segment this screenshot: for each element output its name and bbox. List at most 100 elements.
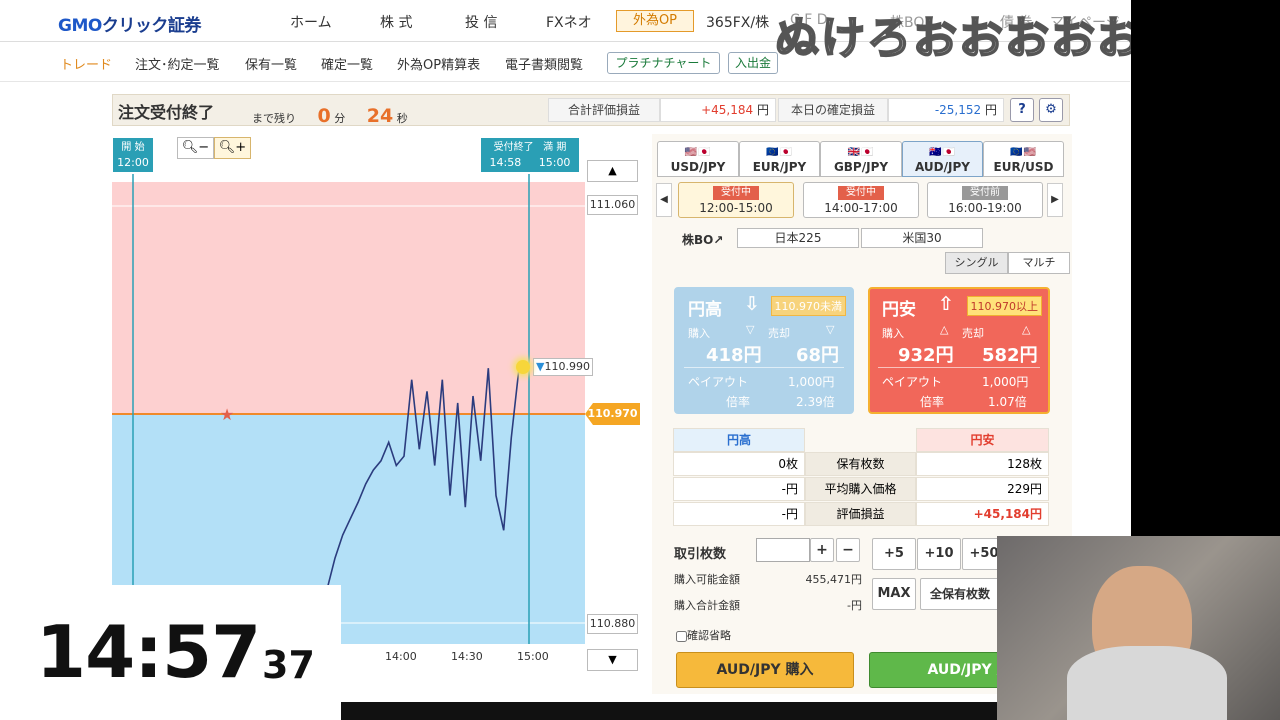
settings-button[interactable]: ⚙	[1039, 98, 1063, 122]
triangle-up-icon: △	[1022, 323, 1031, 336]
qty-label: 取引枚数	[674, 547, 727, 562]
divider	[684, 367, 844, 368]
clock-time: 14:57	[36, 610, 261, 694]
tab-usd-jpy[interactable]: 🇺🇸🇯🇵 USD/JPY	[657, 141, 739, 177]
slot-prev-button[interactable]: ◀	[656, 183, 672, 217]
triangle-down-icon: ▽	[746, 323, 755, 336]
deposit-button[interactable]: 入出金	[728, 52, 778, 74]
qty-input[interactable]	[756, 538, 810, 562]
add-5-button[interactable]: +5	[872, 538, 916, 570]
expiry-time: 15:00	[538, 156, 571, 169]
buy-label: 購入	[688, 327, 710, 340]
ratio-label: 倍率	[726, 395, 751, 409]
table-row-label: 評価損益	[805, 502, 916, 526]
add-10-button[interactable]: +10	[917, 538, 961, 570]
remaining-time: まで残り 0 分 24 秒	[252, 105, 408, 127]
table-cell: -円	[673, 477, 805, 501]
total-pl-label: 合計評価損益	[548, 98, 660, 122]
current-price: 110.990	[544, 360, 590, 373]
help-button[interactable]: ?	[1010, 98, 1034, 122]
table-cell: +45,184円	[916, 502, 1049, 526]
slot-status: 受付前	[962, 186, 1008, 200]
pair-label: GBP/JPY	[833, 160, 889, 174]
webcam-overlay	[997, 536, 1280, 720]
zoom-out-button[interactable]: 🔍︎−	[177, 137, 214, 159]
zoom-in-button[interactable]: 🔍︎+	[214, 137, 251, 159]
subnav-trade[interactable]: トレード	[60, 54, 112, 73]
subnav-settlement-sheet[interactable]: 外為OP精算表	[397, 54, 480, 73]
nav-stocks[interactable]: 株 式	[380, 12, 412, 32]
qty-minus-button[interactable]: −	[836, 538, 860, 562]
subnav-orders[interactable]: 注文･約定一覧	[135, 54, 220, 73]
triangle-down-icon: ▽	[826, 323, 835, 336]
nav-funds[interactable]: 投 信	[465, 12, 497, 32]
price-label-top: 111.060	[587, 195, 638, 215]
multi-mode-button[interactable]: マルチ	[1008, 252, 1070, 274]
nikkei225-button[interactable]: 日本225	[737, 228, 859, 248]
stock-bo-link[interactable]: 株BO↗	[682, 231, 723, 248]
close-time: 14:58	[489, 156, 522, 169]
tab-gbp-jpy[interactable]: 🇬🇧🇯🇵 GBP/JPY	[820, 141, 902, 177]
zoom-out-icon: 🔍︎−	[181, 140, 210, 155]
arrow-up-icon: ⇧	[938, 293, 954, 315]
slot-1400-1700[interactable]: 受付中 14:00-17:00	[803, 182, 919, 218]
table-head-high: 円安	[916, 428, 1049, 452]
minutes-unit: 分	[334, 112, 346, 125]
remaining-seconds: 24	[366, 105, 394, 127]
buy-yen-high-button[interactable]: AUD/JPY 購入	[676, 652, 854, 688]
pair-label: USD/JPY	[670, 160, 726, 174]
buy-price[interactable]: 418円	[706, 341, 762, 367]
available-amount-value: 455,471円	[805, 573, 863, 586]
us30-button[interactable]: 米国30	[861, 228, 983, 248]
slot-next-button[interactable]: ▶	[1047, 183, 1063, 217]
subnav-settled[interactable]: 確定一覧	[321, 54, 373, 73]
yen-low-card[interactable]: 円安 ⇧ 110.970以上 購入 △ 売却 △ 932円 582円 ペイアウト…	[868, 287, 1050, 414]
pair-label: AUD/JPY	[915, 160, 970, 174]
single-mode-button[interactable]: シングル	[945, 252, 1008, 274]
chevron-right-icon: ▶	[1051, 194, 1059, 205]
nav-365fx[interactable]: 365FX/株	[706, 12, 769, 32]
qty-plus-button[interactable]: +	[810, 538, 834, 562]
sell-price[interactable]: 68円	[796, 341, 839, 367]
chevron-left-icon: ◀	[660, 194, 668, 205]
sell-price[interactable]: 582円	[982, 341, 1038, 367]
today-pl-amount: -25,152	[934, 103, 982, 117]
flag-icon: 🇬🇧🇯🇵	[847, 147, 875, 158]
confirm-skip-checkbox[interactable]	[676, 630, 687, 642]
subnav-holdings[interactable]: 保有一覧	[245, 54, 297, 73]
logo[interactable]: GMOクリック証券	[58, 11, 201, 36]
price-label-bottom: 110.880	[587, 614, 638, 634]
slot-1600-1900[interactable]: 受付前 16:00-19:00	[927, 182, 1043, 218]
gear-icon: ⚙	[1045, 102, 1057, 117]
sell-label: 売却	[768, 327, 790, 340]
total-amount-value: -円	[847, 599, 862, 612]
nav-fx-option[interactable]: 外為OP	[616, 10, 694, 32]
slot-1200-1500[interactable]: 受付中 12:00-15:00	[678, 182, 794, 218]
slot-time: 16:00-19:00	[948, 201, 1022, 215]
all-holdings-button[interactable]: 全保有枚数	[920, 578, 1000, 610]
slot-status: 受付中	[713, 186, 759, 200]
buy-price[interactable]: 932円	[898, 341, 954, 367]
nav-fx-neo[interactable]: FXネオ	[546, 12, 592, 32]
total-pl-amount: +45,184	[701, 103, 754, 117]
stream-bottom-strip	[341, 702, 1001, 720]
card-threshold: 110.970未満	[770, 296, 846, 316]
scroll-down-button[interactable]: ▼	[587, 649, 638, 671]
scroll-up-button[interactable]: ▲	[587, 160, 638, 182]
subnav-documents[interactable]: 電子書類閲覧	[505, 54, 583, 73]
tab-eur-usd[interactable]: 🇪🇺🇺🇸 EUR/USD	[983, 141, 1064, 177]
flag-icon: 🇺🇸🇯🇵	[684, 147, 712, 158]
pair-label: EUR/USD	[993, 160, 1054, 174]
slot-time: 12:00-15:00	[699, 201, 773, 215]
flag-icon: 🇪🇺🇯🇵	[766, 147, 793, 158]
card-threshold: 110.970以上	[966, 296, 1042, 316]
nav-home[interactable]: ホーム	[290, 12, 332, 32]
max-button[interactable]: MAX	[872, 578, 916, 610]
platinum-chart-button[interactable]: プラチナチャート	[607, 52, 720, 74]
yen-high-card[interactable]: 円高 ⇩ 110.970未満 購入 ▽ 売却 ▽ 418円 68円 ペイアウト …	[674, 287, 854, 414]
stream-overlay-text: ぬけろおおおおお	[774, 12, 1143, 65]
tab-eur-jpy[interactable]: 🇪🇺🇯🇵 EUR/JPY	[739, 141, 820, 177]
help-icon: ?	[1018, 102, 1026, 117]
confirm-skip[interactable]: 確認省略	[676, 627, 731, 643]
tab-aud-jpy[interactable]: 🇦🇺🇯🇵 AUD/JPY	[902, 141, 983, 177]
